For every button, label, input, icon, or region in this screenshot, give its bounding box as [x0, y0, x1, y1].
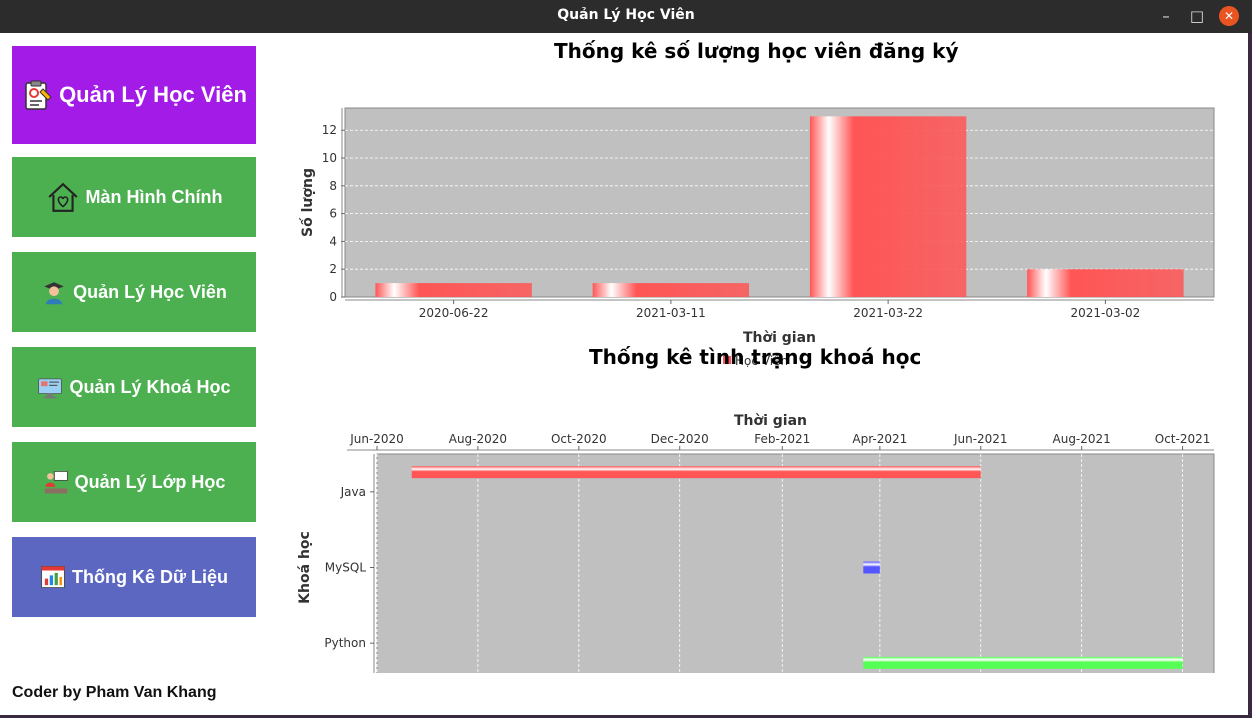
x-axis-label: Thời gian	[734, 413, 807, 429]
y-tick-label: Java	[340, 485, 366, 499]
classroom-icon	[44, 471, 68, 494]
sidebar-item-label: Quản Lý Khoá Học	[69, 376, 231, 397]
y-tick-label: Python	[324, 636, 366, 650]
monitor-icon	[38, 378, 63, 399]
graduate-icon	[44, 282, 64, 305]
x-tick-label: Aug-2021	[1053, 432, 1111, 446]
window-title: Quản Lý Học Viên	[557, 7, 695, 23]
y-tick-label: 0	[329, 290, 337, 304]
plot-area	[376, 453, 1215, 673]
y-axis-label: Khoá học	[297, 531, 313, 604]
gantt-bar	[411, 466, 981, 479]
x-tick-label: 2021-03-11	[636, 306, 706, 320]
course-status-gantt-chart: Thời gian Jun-2020 Aug-2020 Oct-2020 Dec-202…	[297, 413, 1215, 673]
x-tick-label: 2021-03-02	[1071, 306, 1141, 320]
sidebar-item-label: Thống Kê Dữ Liệu	[71, 566, 229, 587]
clipboard-icon	[25, 80, 52, 110]
sidebar-item-label: Màn Hình Chính	[85, 186, 223, 207]
x-tick-label: Oct-2021	[1155, 432, 1211, 446]
sidebar-item-courses[interactable]: Quản Lý Khoá Học	[12, 347, 256, 427]
bar	[1027, 269, 1184, 297]
y-tick-label: 4	[329, 234, 337, 248]
y-tick-label: MySQL	[325, 561, 367, 575]
bar	[375, 283, 532, 297]
sidebar-item-label: Quản Lý Học Viên	[73, 281, 227, 302]
x-tick-label: Aug-2020	[449, 432, 507, 446]
bar	[592, 283, 750, 297]
y-tick-label: 6	[329, 207, 337, 221]
chart-icon	[41, 566, 65, 588]
gantt-bar	[863, 656, 1183, 669]
close-button[interactable]: ✕	[1219, 6, 1239, 26]
x-tick-label: Dec-2020	[651, 432, 709, 446]
minimize-button[interactable]: –	[1155, 6, 1177, 26]
y-axis-label: Số lượng	[299, 168, 316, 237]
registration-bar-chart: 0 2 4 6 8 10 12 2020-06-22 2021-03-11 2021-03-22 2…	[299, 107, 1215, 368]
footer-credit: Coder by Pham Van Khang	[12, 684, 217, 701]
y-tick-label: 12	[322, 123, 337, 137]
sidebar-item-label: Quản Lý Học Viên	[59, 82, 247, 107]
gantt-bar	[863, 561, 880, 574]
sidebar-item-label: Quản Lý Lớp Học	[74, 471, 226, 492]
y-tick-label: 8	[329, 179, 337, 193]
y-tick-label: 10	[322, 151, 337, 165]
sidebar-header-button[interactable]: Quản Lý Học Viên	[12, 46, 256, 144]
x-tick-label: Oct-2020	[551, 432, 607, 446]
home-icon	[47, 182, 78, 212]
window-titlebar: Quản Lý Học Viên – □ ✕	[0, 0, 1252, 33]
sidebar-item-home[interactable]: Màn Hình Chính	[12, 157, 256, 237]
x-tick-label: Feb-2021	[754, 432, 810, 446]
chart-title: Thống kê tình trạng khoá học	[589, 345, 922, 369]
sidebar-item-statistics[interactable]: Thống Kê Dữ Liệu	[12, 537, 256, 617]
x-tick-label: Jun-2020	[349, 432, 404, 446]
y-tick-label: 2	[329, 262, 337, 276]
sidebar-item-students[interactable]: Quản Lý Học Viên	[12, 252, 256, 332]
maximize-button[interactable]: □	[1186, 6, 1208, 26]
sidebar-item-classes[interactable]: Quản Lý Lớp Học	[12, 442, 256, 522]
bar	[809, 116, 967, 298]
main-window: Quản Lý Học Viên Màn Hình Chính Quản Lý …	[0, 33, 1248, 715]
x-tick-label: Apr-2021	[852, 432, 907, 446]
plot-area	[344, 107, 1215, 298]
x-tick-label: 2020-06-22	[419, 306, 489, 320]
x-axis-label: Thời gian	[743, 330, 816, 346]
x-tick-label: 2021-03-22	[853, 306, 923, 320]
chart-title: Thống kê số lượng học viên đăng ký	[554, 39, 959, 63]
x-tick-label: Jun-2021	[953, 432, 1008, 446]
